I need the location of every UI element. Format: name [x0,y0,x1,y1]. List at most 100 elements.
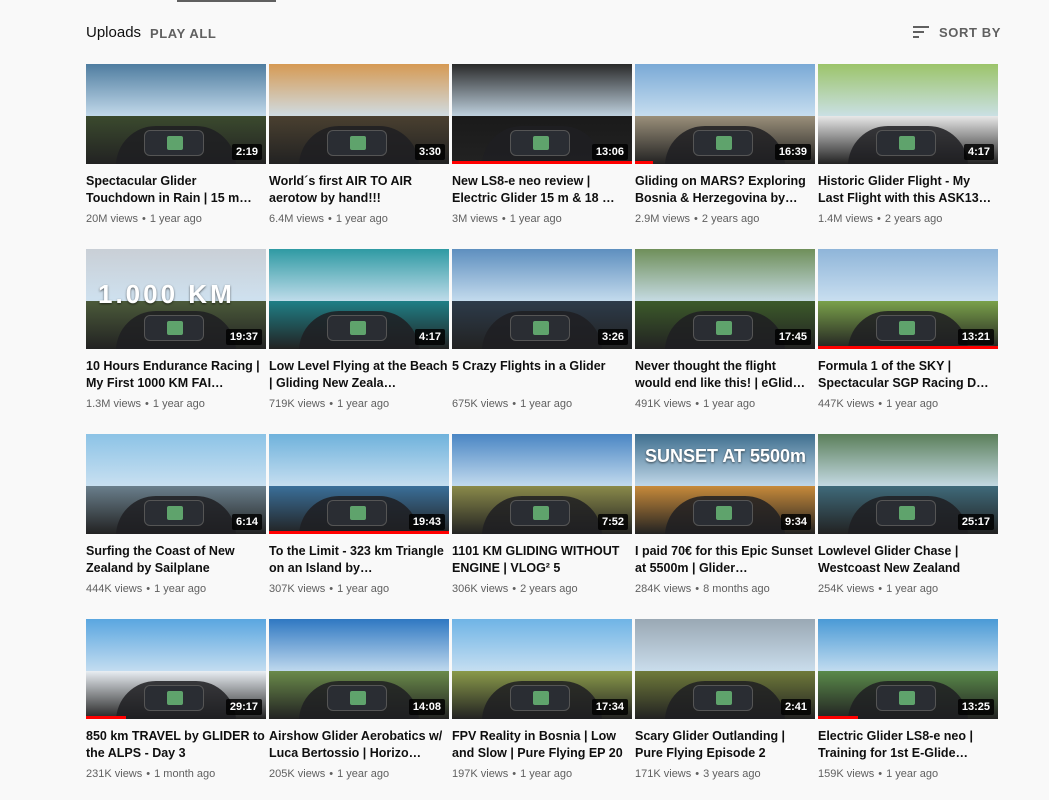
upload-age: 1 year ago [337,583,390,595]
video-card[interactable]: 2:19 Spectacular Glider Touchdown in Rai… [86,64,266,244]
play-all-button[interactable]: PLAY ALL [150,26,216,41]
video-card[interactable]: 1.000 KM 19:37 10 Hours Endurance Racing… [86,249,266,429]
video-card[interactable]: 17:45 Never thought the flight would end… [635,249,815,429]
video-title[interactable]: Historic Glider Flight - My Last Flight … [818,173,998,207]
video-title[interactable]: 1101 KM GLIDING WITHOUT ENGINE | VLOG² 5 [452,543,632,577]
video-thumbnail[interactable]: 2:41 [635,619,815,719]
video-thumbnail[interactable]: 4:17 [269,249,449,349]
video-thumbnail[interactable]: 13:25 [818,619,998,719]
video-meta: 447K views • 1 year ago [818,398,998,410]
instrument-panel [327,130,387,156]
video-thumbnail[interactable]: 1.000 KM 19:37 [86,249,266,349]
duration-badge: 29:17 [225,699,262,715]
view-count: 231K views [86,768,143,780]
video-card[interactable]: SUNSET AT 5500m 9:34 I paid 70€ for this… [635,434,815,614]
video-card[interactable]: 14:08 Airshow Glider Aerobatics w/ Luca … [269,619,449,799]
video-title[interactable]: Gliding on MARS? Exploring Bosnia & Herz… [635,173,815,207]
separator-dot: • [695,583,700,595]
upload-age: 1 year ago [886,768,939,780]
video-meta: 444K views • 1 year ago [86,583,266,595]
video-thumbnail[interactable]: 17:45 [635,249,815,349]
video-thumbnail[interactable]: 29:17 [86,619,266,719]
sort-by-button[interactable]: SORT BY [913,22,1001,42]
video-title[interactable]: 5 Crazy Flights in a Glider [452,358,632,392]
duration-badge: 25:17 [957,514,994,530]
upload-age: 2 years ago [520,583,578,595]
view-count: 447K views [818,398,875,410]
thumbnail-overlay-text: SUNSET AT 5500m [645,446,807,466]
video-card[interactable]: 4:17 Historic Glider Flight - My Last Fl… [818,64,998,244]
view-count: 20M views [86,213,138,225]
video-card[interactable]: 16:39 Gliding on MARS? Exploring Bosnia … [635,64,815,244]
video-thumbnail[interactable]: 6:14 [86,434,266,534]
video-title[interactable]: New LS8-e neo review | Electric Glider 1… [452,173,632,207]
video-thumbnail[interactable]: 13:21 [818,249,998,349]
video-title[interactable]: World´s first AIR TO AIR aerotow by hand… [269,173,449,207]
video-thumbnail[interactable]: 19:43 [269,434,449,534]
video-meta: 307K views • 1 year ago [269,583,449,595]
video-title[interactable]: Spectacular Glider Touchdown in Rain | 1… [86,173,266,207]
separator-dot: • [145,398,149,410]
video-card[interactable]: 13:06 New LS8-e neo review | Electric Gl… [452,64,632,244]
video-thumbnail[interactable]: 14:08 [269,619,449,719]
duration-badge: 3:26 [597,329,628,345]
video-meta: 3M views • 1 year ago [452,213,632,225]
video-card[interactable]: 3:26 5 Crazy Flights in a Glider 675K vi… [452,249,632,429]
video-title[interactable]: Airshow Glider Aerobatics w/ Luca Bertos… [269,728,449,762]
video-card[interactable]: 4:17 Low Level Flying at the Beach | Gli… [269,249,449,429]
separator-dot: • [694,213,698,225]
video-meta: 675K views • 1 year ago [452,398,632,410]
video-title[interactable]: Formula 1 of the SKY | Spectacular SGP R… [818,358,998,392]
video-thumbnail[interactable]: 3:30 [269,64,449,164]
video-thumbnail[interactable]: 16:39 [635,64,815,164]
video-card[interactable]: 25:17 Lowlevel Glider Chase | Westcoast … [818,434,998,614]
upload-age: 8 months ago [703,583,770,595]
thumbnail-sky [635,64,815,122]
separator-dot: • [512,583,517,595]
video-card[interactable]: 6:14 Surfing the Coast of New Zealand by… [86,434,266,614]
video-thumbnail[interactable]: 2:19 [86,64,266,164]
video-thumbnail[interactable]: 17:34 [452,619,632,719]
video-meta: 6.4M views • 1 year ago [269,213,449,225]
video-thumbnail[interactable]: 25:17 [818,434,998,534]
upload-age: 1 year ago [154,583,207,595]
view-count: 307K views [269,583,326,595]
separator-dot: • [512,398,517,410]
video-title[interactable]: Scary Glider Outlanding | Pure Flying Ep… [635,728,815,762]
video-thumbnail[interactable]: 13:06 [452,64,632,164]
video-title[interactable]: Low Level Flying at the Beach | Gliding … [269,358,449,392]
duration-badge: 19:43 [408,514,445,530]
video-title[interactable]: 10 Hours Endurance Racing | My First 100… [86,358,266,392]
video-card[interactable]: 3:30 World´s first AIR TO AIR aerotow by… [269,64,449,244]
video-meta: 1.4M views • 2 years ago [818,213,998,225]
instrument-panel [144,315,204,341]
video-title[interactable]: Surfing the Coast of New Zealand by Sail… [86,543,266,577]
video-card[interactable]: 7:52 1101 KM GLIDING WITHOUT ENGINE | VL… [452,434,632,614]
video-card[interactable]: 17:34 FPV Reality in Bosnia | Low and Sl… [452,619,632,799]
video-title[interactable]: I paid 70€ for this Epic Sunset at 5500m… [635,543,815,577]
thumbnail-sky [818,249,998,307]
duration-badge: 19:37 [225,329,262,345]
video-thumbnail[interactable]: 7:52 [452,434,632,534]
video-card[interactable]: 13:21 Formula 1 of the SKY | Spectacular… [818,249,998,429]
video-thumbnail[interactable]: 3:26 [452,249,632,349]
separator-dot: • [329,398,334,410]
video-card[interactable]: 29:17 850 km TRAVEL by GLIDER to the ALP… [86,619,266,799]
video-thumbnail[interactable]: SUNSET AT 5500m 9:34 [635,434,815,534]
video-title[interactable]: Lowlevel Glider Chase | Westcoast New Ze… [818,543,998,577]
video-card[interactable]: 19:43 To the Limit - 323 km Triangle on … [269,434,449,614]
video-thumbnail[interactable]: 4:17 [818,64,998,164]
video-card[interactable]: 2:41 Scary Glider Outlanding | Pure Flyi… [635,619,815,799]
video-title[interactable]: Electric Glider LS8-e neo | Training for… [818,728,998,762]
separator-dot: • [695,398,700,410]
thumbnail-sky [452,249,632,307]
upload-age: 1 year ago [703,398,756,410]
upload-age: 1 year ago [149,213,202,225]
video-title[interactable]: To the Limit - 323 km Triangle on an Isl… [269,543,449,577]
separator-dot: • [877,213,881,225]
video-card[interactable]: 13:25 Electric Glider LS8-e neo | Traini… [818,619,998,799]
video-title[interactable]: 850 km TRAVEL by GLIDER to the ALPS - Da… [86,728,266,762]
video-title[interactable]: FPV Reality in Bosnia | Low and Slow | P… [452,728,632,762]
upload-age: 1 year ago [886,583,939,595]
video-title[interactable]: Never thought the flight would end like … [635,358,815,392]
